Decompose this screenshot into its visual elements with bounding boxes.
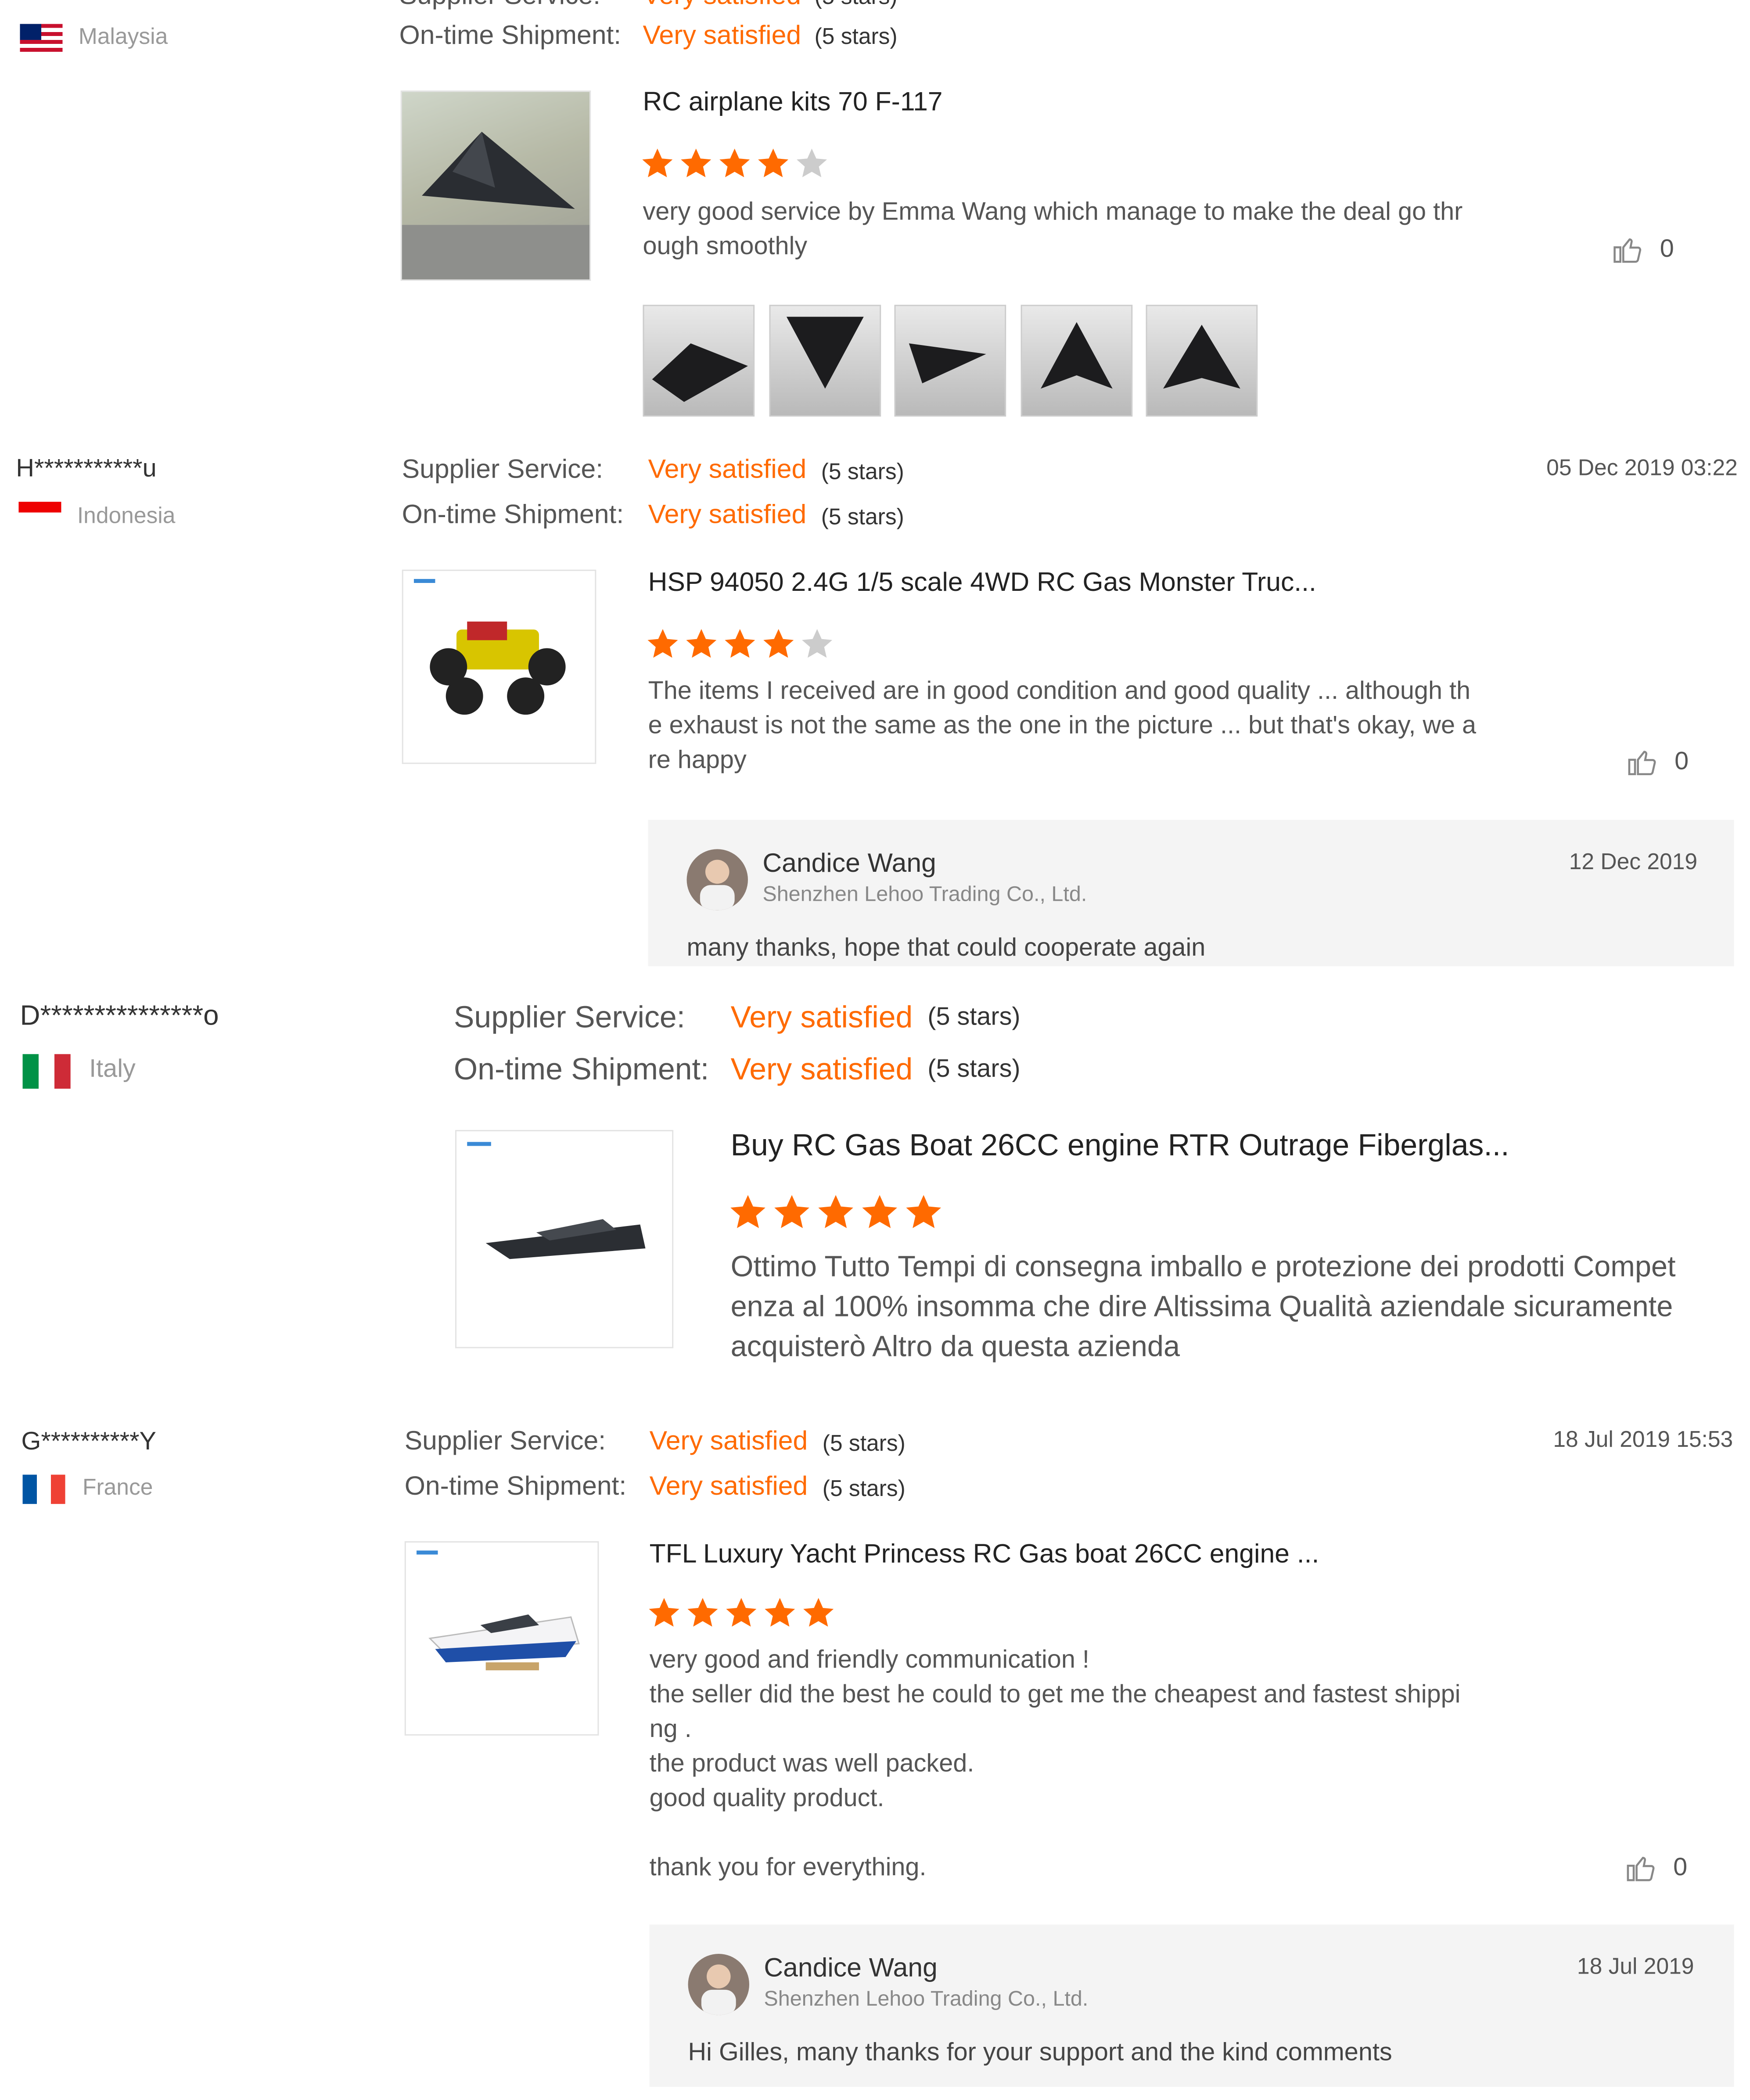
- shipment-label: On-time Shipment:: [453, 1051, 709, 1086]
- like-count: 0: [1673, 1854, 1688, 1882]
- reviewer-country: Indonesia: [77, 503, 176, 529]
- reviewer-name: D***************o: [20, 1001, 219, 1032]
- product-title[interactable]: RC airplane kits 70 F-117: [643, 88, 942, 119]
- review-text: very good service by Emma Wang which man…: [643, 198, 1463, 261]
- star-icon: [717, 147, 752, 181]
- like-button[interactable]: 0: [1624, 1852, 1687, 1886]
- product-thumbnail[interactable]: [455, 1130, 674, 1348]
- supplier-service-stars-note: (5 stars): [815, 0, 898, 11]
- thumbs-up-icon: [1624, 1854, 1658, 1882]
- star-icon: [801, 1596, 836, 1630]
- supplier-service-label: Supplier Service:: [453, 1000, 686, 1034]
- star-icon: [904, 1193, 944, 1233]
- shipment-label: On-time Shipment:: [402, 500, 624, 530]
- star-icon: [860, 1193, 900, 1233]
- like-count: 0: [1660, 235, 1674, 264]
- reply-date: 18 Jul 2019: [1577, 1953, 1694, 1979]
- france-flag-icon: [22, 1474, 65, 1504]
- supplier-service-label: Supplier Service:: [404, 1427, 606, 1456]
- star-icon: [761, 627, 796, 662]
- star-icon: [640, 147, 675, 181]
- star-icon: [679, 147, 713, 181]
- shipment-rating: Very satisfied: [648, 500, 807, 530]
- review-photo[interactable]: [769, 305, 881, 417]
- supplier-avatar: [686, 849, 748, 910]
- reply-text: many thanks, hope that could cooperate a…: [686, 934, 1206, 963]
- shipment-stars-note: (5 stars): [822, 1476, 906, 1502]
- star-icon: [772, 1193, 812, 1233]
- indonesia-flag-icon: [18, 502, 61, 523]
- shipment-stars-note: (5 stars): [927, 1055, 1021, 1084]
- review-date: 18 Jul 2019 15:53: [1553, 1427, 1733, 1452]
- star-icon: [794, 147, 829, 181]
- product-thumbnail[interactable]: [402, 569, 597, 764]
- supplier-service-stars-note: (5 stars): [822, 1431, 906, 1456]
- like-button[interactable]: 0: [1610, 233, 1674, 268]
- reviewer-country: Malaysia: [78, 24, 168, 50]
- star-icon: [816, 1193, 856, 1233]
- star-icon: [724, 1596, 758, 1630]
- shipment-stars-note: (5 stars): [821, 504, 904, 530]
- reply-date: 12 Dec 2019: [1569, 849, 1698, 875]
- supplier-service-rating: Very satisfied: [730, 1000, 913, 1034]
- supplier-service-label: Supplier Service:: [399, 0, 600, 12]
- review-photo[interactable]: [643, 305, 755, 417]
- thumbs-up-icon: [1610, 236, 1645, 264]
- supplier-service-stars-note: (5 stars): [927, 1003, 1021, 1032]
- review-photo[interactable]: [894, 305, 1006, 417]
- italy-flag-icon: [22, 1054, 71, 1089]
- supplier-service-label: Supplier Service:: [402, 455, 604, 485]
- product-title[interactable]: TFL Luxury Yacht Princess RC Gas boat 26…: [650, 1540, 1319, 1571]
- reply-author-name: Candice Wang: [762, 849, 936, 879]
- shipment-label: On-time Shipment:: [404, 1472, 627, 1502]
- review-text: very good and friendly communication ! t…: [649, 1646, 1461, 1882]
- product-rating-stars: [728, 1193, 948, 1239]
- star-icon: [728, 1193, 768, 1233]
- star-icon: [800, 627, 834, 662]
- reply-author-name: Candice Wang: [764, 1953, 938, 1983]
- supplier-service-rating: Very satisfied: [643, 0, 801, 12]
- shipment-rating: Very satisfied: [643, 21, 801, 51]
- star-icon: [684, 627, 719, 662]
- reviewer-name: G**********Y: [21, 1428, 156, 1456]
- review-text: The items I received are in good conditi…: [648, 677, 1477, 775]
- review-date: 05 Dec 2019 03:22: [1546, 455, 1738, 481]
- supplier-reply: Candice Wang Shenzhen Lehoo Trading Co.,…: [649, 1924, 1734, 2087]
- product-rating-stars: [640, 147, 833, 188]
- shipment-stars-note: (5 stars): [814, 24, 898, 50]
- product-rating-stars: [647, 1596, 840, 1637]
- shipment-label: On-time Shipment:: [399, 21, 622, 51]
- shipment-rating: Very satisfied: [730, 1051, 913, 1086]
- star-icon: [647, 1596, 682, 1630]
- supplier-service-rating: Very satisfied: [648, 455, 807, 485]
- like-button[interactable]: 0: [1625, 745, 1689, 780]
- review-text: Ottimo Tutto Tempi di consegna imballo e…: [730, 1250, 1676, 1363]
- product-title[interactable]: Buy RC Gas Boat 26CC engine RTR Outrage …: [731, 1127, 1509, 1163]
- malaysia-flag-icon: [20, 24, 63, 52]
- product-thumbnail[interactable]: [404, 1541, 599, 1736]
- shipment-rating: Very satisfied: [649, 1472, 808, 1502]
- supplier-service-rating: Very satisfied: [649, 1427, 808, 1456]
- product-rating-stars: [646, 627, 839, 668]
- reviewer-name: H***********u: [16, 455, 157, 483]
- supplier-service-stars-note: (5 stars): [821, 459, 904, 485]
- reviewer-country: Italy: [89, 1055, 136, 1084]
- star-icon: [646, 627, 680, 662]
- reply-text: Hi Gilles, many thanks for your support …: [688, 2039, 1392, 2067]
- supplier-reply: Candice Wang Shenzhen Lehoo Trading Co.,…: [648, 820, 1734, 967]
- reply-company: Shenzhen Lehoo Trading Co., Ltd.: [762, 884, 1087, 906]
- reply-company: Shenzhen Lehoo Trading Co., Ltd.: [764, 1988, 1089, 2011]
- reviewer-country: France: [82, 1474, 153, 1500]
- review-photo[interactable]: [1146, 305, 1258, 417]
- star-icon: [722, 627, 757, 662]
- like-count: 0: [1675, 748, 1689, 776]
- star-icon: [756, 147, 791, 181]
- thumbs-up-icon: [1625, 748, 1660, 776]
- star-icon: [685, 1596, 720, 1630]
- supplier-avatar: [688, 1953, 750, 2015]
- star-icon: [762, 1596, 797, 1630]
- product-thumbnail[interactable]: [400, 90, 591, 281]
- product-title[interactable]: HSP 94050 2.4G 1/5 scale 4WD RC Gas Mons…: [648, 568, 1316, 599]
- review-photo[interactable]: [1021, 305, 1133, 417]
